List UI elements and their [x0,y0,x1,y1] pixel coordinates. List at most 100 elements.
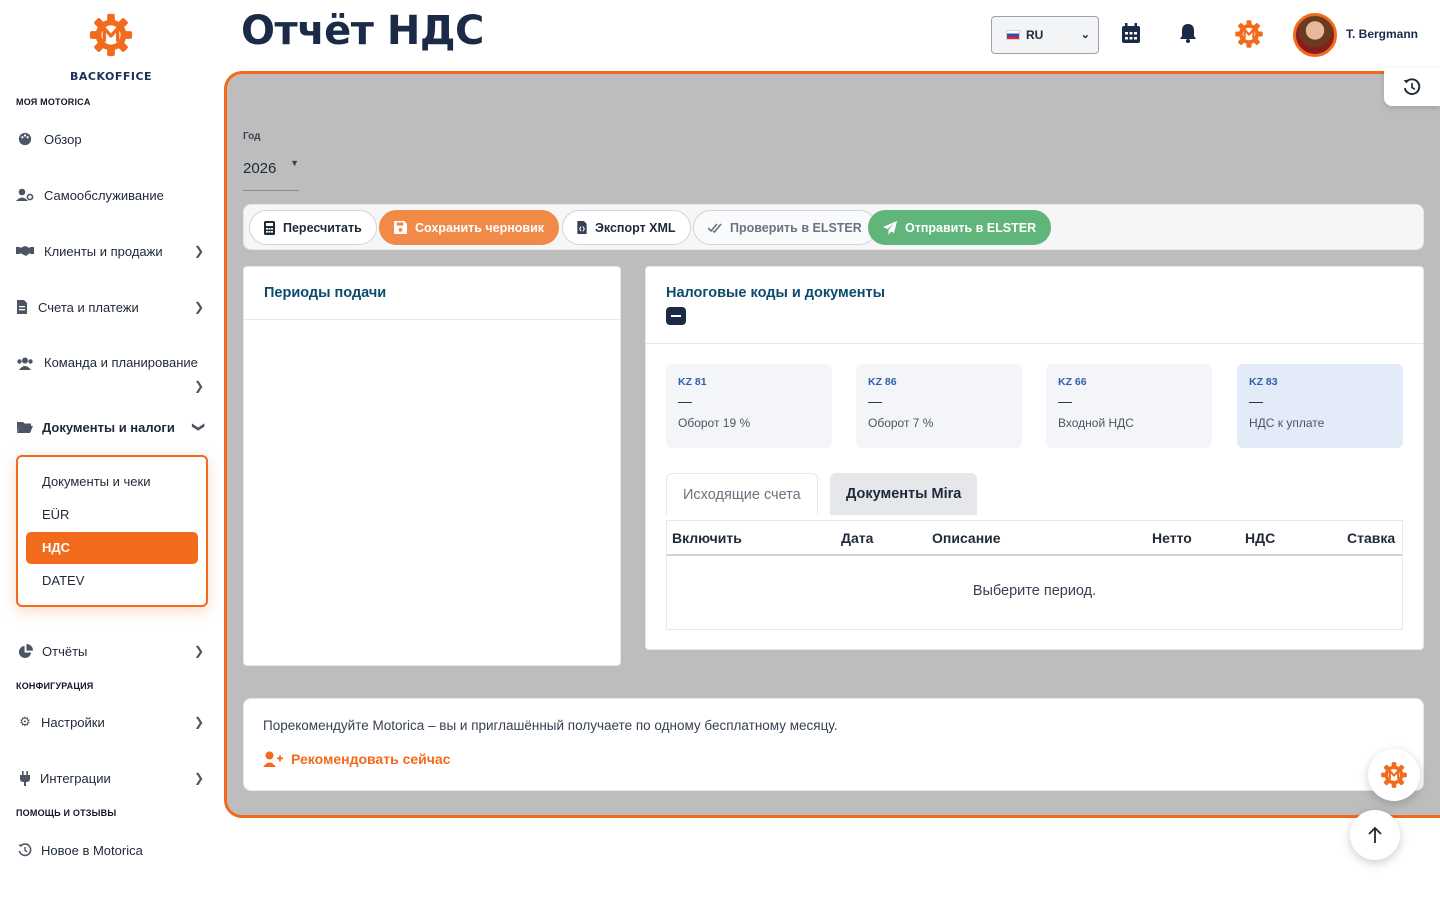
bell-icon[interactable] [1177,22,1199,44]
referral-card: Порекомендуйте Motorica – вы и приглашён… [243,698,1424,791]
language-value: RU [1026,28,1044,42]
column-header-date[interactable]: Дата [841,530,873,546]
kz-description: Оборот 7 % [868,416,934,430]
kz-code: KZ 86 [868,376,897,388]
submenu-item-datev[interactable]: DATEV [26,565,198,597]
documents-table: Включить Дата Описание Нетто НДС Ставка … [666,520,1403,630]
card-title: Периоды подачи [264,285,387,301]
button-label: Сохранить черновик [415,220,545,235]
history-button[interactable] [1384,68,1440,106]
avatar[interactable] [1293,13,1337,57]
tab-outgoing-invoices[interactable]: Исходящие счета [666,473,818,515]
history-icon [16,842,34,858]
kz-code: KZ 66 [1058,376,1087,388]
check-elster-button[interactable]: Проверить в ELSTER [693,210,877,245]
scroll-to-top-button[interactable] [1350,810,1400,860]
sidebar-item-label: Настройки [41,714,105,730]
sidebar-item-integrations[interactable]: Интеграции ❯ [16,770,206,786]
divider [244,319,620,320]
column-header-rate[interactable]: Ставка [1347,530,1395,546]
sidebar-item-clients[interactable]: Клиенты и продажи ❯ [16,243,206,259]
referral-text: Порекомендуйте Motorica – вы и приглашён… [263,718,838,733]
brand-name: BACKOFFICE [69,70,153,83]
chevron-right-icon: ❯ [193,379,204,393]
sidebar-item-label: Новое в Motorica [41,842,143,858]
sidebar-item-selfservice[interactable]: Самообслуживание [16,187,206,203]
refer-now-link[interactable]: Рекомендовать сейчас [263,751,450,767]
sidebar-item-invoices[interactable]: Счета и платежи ❯ [16,299,206,315]
folder-open-icon [16,419,34,435]
submenu-item-eur[interactable]: EÜR [26,499,198,531]
user-name[interactable]: T. Bergmann [1346,27,1418,41]
sidebar-item-team[interactable]: Команда и планирование ❯ [16,355,206,395]
arrow-up-icon [1368,826,1382,843]
calculator-icon [264,220,275,235]
user-gear-icon [16,187,34,203]
kz-code: KZ 81 [678,376,707,388]
brand-logo[interactable]: BACKOFFICE [0,12,222,83]
column-header-net[interactable]: Нетто [1152,530,1192,546]
button-label: Экспорт XML [595,220,676,235]
sidebar-item-reports[interactable]: Отчёты ❯ [16,643,206,659]
chevron-down-icon: ❯ [191,421,206,433]
recalculate-button[interactable]: Пересчитать [249,210,377,245]
submenu-item-vat[interactable]: НДС [26,532,198,564]
collapse-button[interactable] [666,307,686,325]
sidebar-item-settings[interactable]: ⚙ Настройки ❯ [16,714,206,730]
tab-mira-documents[interactable]: Документы Mira [830,473,978,515]
chevron-right-icon: ❯ [193,644,204,658]
sidebar-item-label: Обзор [44,131,82,147]
button-label: Пересчитать [283,220,362,235]
year-select[interactable]: 2026 ▼ [243,155,299,191]
sidebar-item-label: Документы и налоги [42,419,175,435]
sidebar: BACKOFFICE МОЯ MOTORICA Обзор Самообслуж… [0,0,222,900]
empty-state-message: Выберите период. [972,583,1097,599]
save-draft-button[interactable]: Сохранить черновик [379,210,560,245]
column-header-description[interactable]: Описание [932,530,1001,546]
submenu-item-documents-receipts[interactable]: Документы и чеки [26,466,198,498]
invoice-icon [16,299,28,315]
russian-flag-icon [1006,30,1020,40]
assistant-button[interactable] [1368,749,1420,801]
sidebar-item-documents[interactable]: Документы и налоги ❯ [16,419,206,435]
paper-plane-icon [883,220,897,235]
motorica-gear-logo-icon [89,13,133,57]
chevron-right-icon: ❯ [193,771,204,785]
section-configuration: КОНФИГУРАЦИЯ [16,681,94,691]
kz-81-tile: KZ 81 — Оборот 19 % [666,364,832,448]
chevron-right-icon: ❯ [193,300,204,314]
file-code-icon [577,221,587,234]
user-plus-icon [263,751,283,767]
kz-description: Оборот 19 % [678,416,751,430]
sidebar-item-overview[interactable]: Обзор [16,131,206,147]
chevron-down-icon: ⌄ [1080,29,1090,41]
link-label: Рекомендовать сейчас [291,751,451,767]
sidebar-item-label: Отчёты [42,643,88,659]
chevron-right-icon: ❯ [193,715,204,729]
sidebar-item-label: Счета и платежи [38,299,139,315]
history-icon [1403,78,1421,95]
year-value: 2026 [243,160,277,177]
language-select[interactable]: RU ⌄ [991,16,1099,54]
calendar-icon[interactable] [1120,22,1142,44]
pie-chart-icon [16,643,34,659]
page-title: Отчёт НДС [241,8,484,54]
sidebar-item-label: Интеграции [40,770,111,786]
floppy-disk-icon [394,221,407,234]
table-header: Включить Дата Описание Нетто НДС Ставка [667,521,1402,556]
motorica-gear-icon[interactable] [1234,19,1264,49]
export-xml-button[interactable]: Экспорт XML [562,210,691,245]
column-header-include[interactable]: Включить [672,530,742,546]
caret-down-icon: ▼ [290,158,299,168]
kz-66-tile: KZ 66 — Входной НДС [1046,364,1212,448]
sidebar-item-label: Клиенты и продажи [44,243,163,259]
column-header-vat[interactable]: НДС [1245,530,1275,546]
motorica-gear-icon [1381,762,1407,788]
sidebar-item-whats-new[interactable]: Новое в Motorica [16,842,206,858]
kz-value: — [678,393,692,409]
sidebar-item-label: Самообслуживание [44,187,164,203]
send-elster-button[interactable]: Отправить в ELSTER [868,210,1052,245]
filing-periods-card: Периоды подачи [243,266,621,666]
users-icon [16,355,34,371]
chevron-right-icon: ❯ [193,244,204,258]
